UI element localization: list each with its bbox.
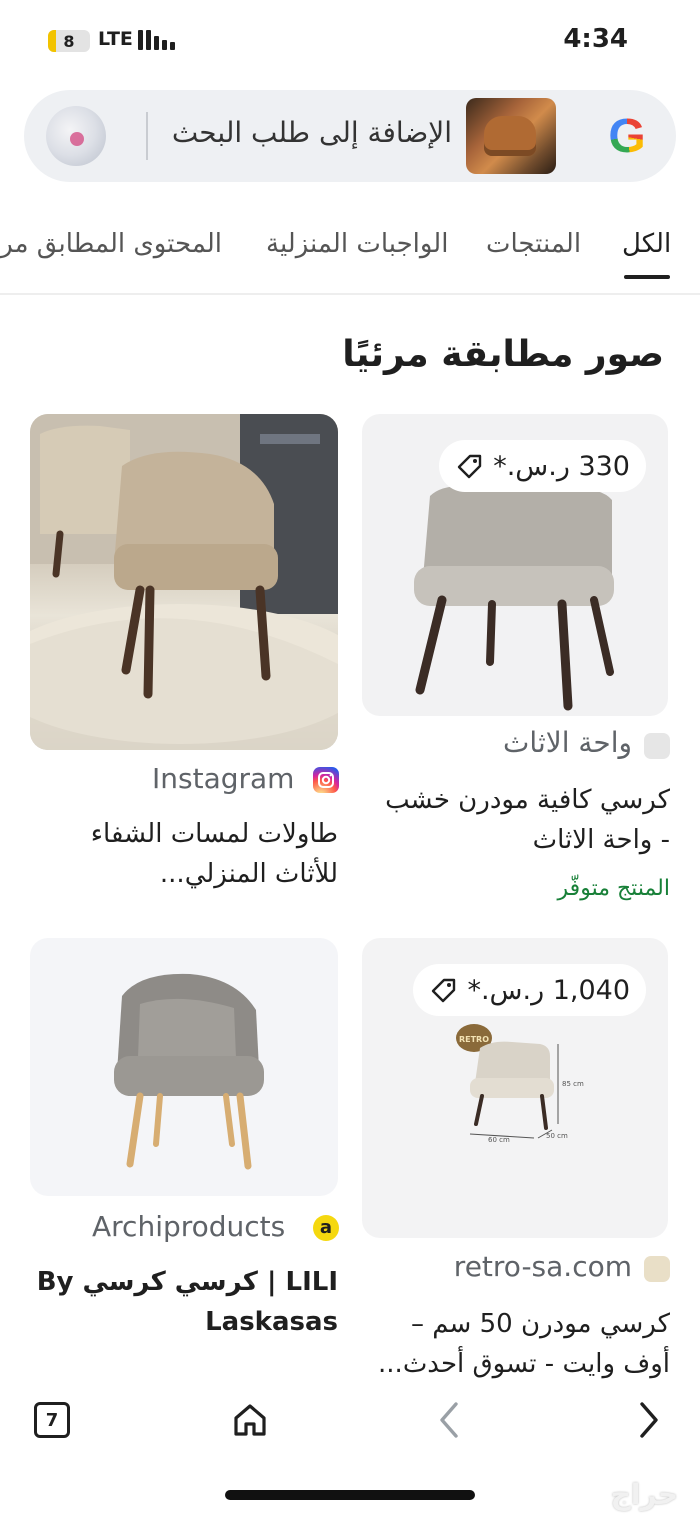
status-bar: 8 LTE 4:34 (0, 0, 700, 80)
tabs-count-button[interactable]: 7 (34, 1402, 70, 1438)
instagram-icon (313, 767, 339, 793)
price-label: 330 ر.س.* (493, 450, 630, 482)
price-tag: 1,040 ر.س.* (413, 964, 646, 1016)
result-title[interactable]: طاولات لمسات الشفاء للأثاث المنزلي... (28, 814, 338, 894)
result-title[interactable]: LILI | كرسي كرسي By Laskasas (28, 1262, 338, 1342)
result-image-2[interactable] (30, 414, 338, 750)
tag-icon (432, 978, 456, 1003)
tab-visual-matches[interactable]: المحتوى المطابق مرئيًا (0, 229, 222, 259)
dimension-label: 60 cm (488, 1136, 510, 1144)
result-image-3[interactable]: RETRO 85 cm 60 cm 50 cm 1,040 ر.س.* (362, 938, 668, 1238)
result-title[interactable]: كرسي مودرن 50 سم – أوف وايت - تسوق أحدث.… (350, 1304, 670, 1384)
search-bar[interactable]: الإضافة إلى طلب البحث G (24, 90, 676, 182)
battery-level: 8 (63, 31, 75, 51)
tab-homework[interactable]: الواجبات المنزلية (266, 229, 448, 259)
tab-all[interactable]: الكل (622, 229, 671, 259)
forward-arrow-icon[interactable] (632, 1398, 666, 1442)
filter-tabs: الكل المنتجات الواجبات المنزلية المحتوى … (0, 225, 700, 295)
tab-products[interactable]: المنتجات (486, 229, 581, 259)
divider (146, 112, 148, 160)
result-title-line: للأثاث المنزلي... (159, 859, 338, 889)
result-image-1[interactable]: 330 ر.س.* (362, 414, 668, 716)
result-source: retro-sa.com (453, 1250, 632, 1283)
result-title[interactable]: كرسي كافية مودرن خشب - واحة الاثاث (350, 780, 670, 860)
result-title-line: - واحة الاثاث (532, 825, 670, 855)
availability-label: المنتج متوفّر (557, 876, 670, 901)
chair-image (114, 973, 264, 1170)
back-arrow-icon[interactable] (432, 1398, 466, 1442)
section-title: صور مطابقة مرئيًا (342, 334, 664, 375)
add-to-search-input[interactable]: الإضافة إلى طلب البحث (172, 116, 452, 149)
watermark: حراج (610, 1478, 678, 1511)
retro-badge: RETRO (459, 1035, 489, 1044)
result-title-line: كرسي كافية مودرن خشب (385, 785, 670, 815)
result-title-line: طاولات لمسات الشفاء (90, 819, 338, 849)
avatar[interactable] (46, 106, 106, 166)
result-title-line: أوف وايت - تسوق أحدث... (378, 1349, 670, 1379)
signal-icon (138, 30, 175, 50)
dimension-label: 50 cm (546, 1132, 568, 1140)
home-icon[interactable] (230, 1400, 270, 1440)
tag-icon (458, 454, 482, 479)
result-title-line: Laskasas (205, 1307, 338, 1337)
result-source: واحة الاثاث (503, 726, 632, 759)
query-image-thumbnail[interactable] (466, 98, 556, 174)
clock: 4:34 (563, 24, 628, 54)
result-image-4[interactable] (30, 938, 338, 1196)
source-favicon-icon (644, 1256, 670, 1282)
price-tag: 330 ر.س.* (439, 440, 646, 492)
result-title-line: LILI | كرسي كرسي By (36, 1267, 338, 1297)
google-logo-icon[interactable]: G (604, 113, 650, 161)
source-favicon-icon (644, 733, 670, 759)
active-tab-indicator (624, 275, 670, 279)
result-source: Instagram (152, 762, 295, 795)
dimension-label: 85 cm (562, 1080, 584, 1088)
home-indicator[interactable] (225, 1490, 475, 1500)
price-label: 1,040 ر.س.* (467, 974, 630, 1006)
bottom-navigation: 7 (0, 1380, 700, 1470)
network-type: LTE (98, 28, 133, 50)
battery-indicator: 8 (48, 30, 90, 52)
archiproducts-icon: a (313, 1215, 339, 1241)
result-source: Archiproducts (92, 1210, 286, 1243)
result-title-line: كرسي مودرن 50 سم – (410, 1309, 670, 1339)
dining-room-image (30, 414, 338, 750)
